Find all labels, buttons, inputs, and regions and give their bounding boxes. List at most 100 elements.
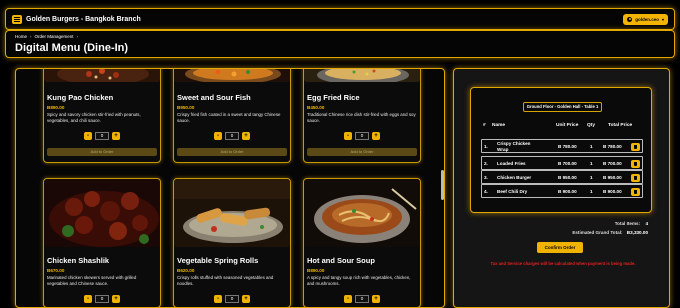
dish-description: Crispy rolls stuffed with seasoned veget… <box>177 275 274 286</box>
dish-description: Marinated chicken skewers served with gr… <box>47 275 137 286</box>
menu-card: Chicken Shashlik B670.00 Marinated chick… <box>43 178 161 307</box>
row-name: Beef Chili Dry <box>497 189 528 194</box>
row-qty: 1 <box>590 144 593 149</box>
decrease-button[interactable]: - <box>344 295 352 303</box>
increase-button[interactable]: + <box>242 132 250 140</box>
brand-title: Golden Burgers - Bangkok Branch <box>26 15 141 23</box>
breadcrumb-separator-icon: › <box>76 34 79 39</box>
dish-name: Sweet and Sour Fish <box>177 93 251 102</box>
quantity-input[interactable]: 0 <box>225 132 239 140</box>
dish-description: A spicy and tangy soup rich with vegetab… <box>307 275 411 286</box>
order-row: 4. Beef Chili Dry B 900.00 1 B 900.00 <box>481 184 643 198</box>
order-summary: Ground Floor - Golden Hall - Table 1 # N… <box>470 87 652 213</box>
trash-icon[interactable] <box>631 187 640 196</box>
dish-name: Kung Pao Chicken <box>47 93 114 102</box>
dish-image <box>44 69 160 82</box>
page-title: Digital Menu (Dine-In) <box>15 42 129 54</box>
menu-card: Hot and Sour Soup B890.00 A spicy and ta… <box>303 178 421 307</box>
add-to-order-button[interactable]: Add to Order <box>307 148 417 156</box>
breadcrumb-order-management[interactable]: Order Management <box>35 34 74 39</box>
grand-total: Estimated Grand Total: B3,330.00 <box>530 230 648 235</box>
quantity-stepper: - 0 + <box>174 295 290 303</box>
increase-button[interactable]: + <box>242 295 250 303</box>
menu-panel: Kung Pao Chicken B890.00 Spicy and savor… <box>15 68 445 308</box>
row-number: 3. <box>484 175 488 180</box>
top-bar: Golden Burgers - Bangkok Branch golden.c… <box>5 8 675 30</box>
quantity-stepper: - 0 + <box>44 132 160 140</box>
col-name: Name <box>492 123 506 128</box>
trash-icon[interactable] <box>631 142 640 151</box>
increase-button[interactable]: + <box>372 132 380 140</box>
dish-name: Hot and Sour Soup <box>307 256 375 265</box>
dish-name: Vegetable Spring Rolls <box>177 256 259 265</box>
user-menu-button[interactable]: golden.ceo ▾ <box>623 13 668 25</box>
dish-price: B620.00 <box>177 268 195 273</box>
row-total: B 900.00 <box>603 189 622 194</box>
trash-icon[interactable] <box>631 173 640 182</box>
col-qty: Qty <box>587 123 595 128</box>
confirm-order-button[interactable]: Confirm Order <box>537 242 583 253</box>
dish-price: B890.00 <box>307 268 325 273</box>
col-total-price: Total Price <box>608 123 633 128</box>
trash-icon[interactable] <box>631 159 640 168</box>
dish-price: B670.00 <box>47 268 65 273</box>
dish-price: B450.00 <box>307 105 325 110</box>
menu-card: Vegetable Spring Rolls B620.00 Crispy ro… <box>173 178 291 307</box>
order-row: 3. Chicken Burger B 950.00 1 B 950.00 <box>481 170 643 184</box>
row-unit-price: B 900.00 <box>558 189 577 194</box>
row-name: Crispy Chicken Wrap <box>497 141 531 153</box>
quantity-input[interactable]: 0 <box>95 295 109 303</box>
quantity-input[interactable]: 0 <box>355 295 369 303</box>
breadcrumb-separator-icon: › <box>30 34 32 39</box>
col-number: # <box>483 123 486 128</box>
page-header: Home › Order Management › Digital Menu (… <box>5 30 675 58</box>
table-label: Ground Floor - Golden Hall - Table 1 <box>523 102 602 112</box>
quantity-input[interactable]: 0 <box>95 132 109 140</box>
dish-image <box>174 179 290 247</box>
grand-total-value: B3,330.00 <box>626 230 648 235</box>
decrease-button[interactable]: - <box>214 132 222 140</box>
quantity-stepper: - 0 + <box>304 132 420 140</box>
menu-scrollbar[interactable] <box>441 170 444 200</box>
dish-image <box>304 69 420 82</box>
dish-description: Traditional Chinese rice dish stir-fried… <box>307 112 416 123</box>
grand-total-label: Estimated Grand Total: <box>572 230 623 235</box>
tax-note: Tax and Service charges will be calculat… <box>490 261 636 266</box>
total-items-label: Total Items: <box>614 221 641 226</box>
decrease-button[interactable]: - <box>344 132 352 140</box>
dish-name: Chicken Shashlik <box>47 256 110 265</box>
dish-image <box>44 179 160 247</box>
dish-description: Spicy and savory chicken stir-fried with… <box>47 112 141 123</box>
breadcrumb-home[interactable]: Home <box>15 34 27 39</box>
row-qty: 1 <box>590 175 593 180</box>
row-total: B 700.00 <box>603 161 622 166</box>
add-to-order-button[interactable]: Add to Order <box>177 148 287 156</box>
col-unit-price: Unit Price <box>556 123 579 128</box>
menu-card: Kung Pao Chicken B890.00 Spicy and savor… <box>43 69 161 163</box>
row-unit-price: B 780.00 <box>558 144 577 149</box>
decrease-button[interactable]: - <box>84 295 92 303</box>
dish-description: Crispy fried fish coated in a sweet and … <box>177 112 281 123</box>
quantity-input[interactable]: 0 <box>225 295 239 303</box>
menu-icon[interactable] <box>12 14 22 24</box>
chevron-down-icon: ▾ <box>661 16 664 22</box>
row-number: 4. <box>484 189 488 194</box>
decrease-button[interactable]: - <box>214 295 222 303</box>
increase-button[interactable]: + <box>112 295 120 303</box>
quantity-input[interactable]: 0 <box>355 132 369 140</box>
order-table-header: # Name Unit Price Qty Total Price <box>481 123 643 131</box>
dish-price: B890.00 <box>47 105 65 110</box>
increase-button[interactable]: + <box>372 295 380 303</box>
row-total: B 950.00 <box>603 175 622 180</box>
add-to-order-button[interactable]: Add to Order <box>47 148 157 156</box>
dish-price: B950.00 <box>177 105 195 110</box>
user-name: golden.ceo <box>635 16 659 22</box>
dish-image <box>174 69 290 82</box>
row-qty: 1 <box>590 161 593 166</box>
row-name: Chicken Burger <box>497 175 532 180</box>
increase-button[interactable]: + <box>112 132 120 140</box>
decrease-button[interactable]: - <box>84 132 92 140</box>
row-name: Loaded Fries <box>497 161 526 166</box>
total-items: Total Items: 4 <box>560 221 648 226</box>
menu-card: Egg Fried Rice B450.00 Traditional Chine… <box>303 69 421 163</box>
